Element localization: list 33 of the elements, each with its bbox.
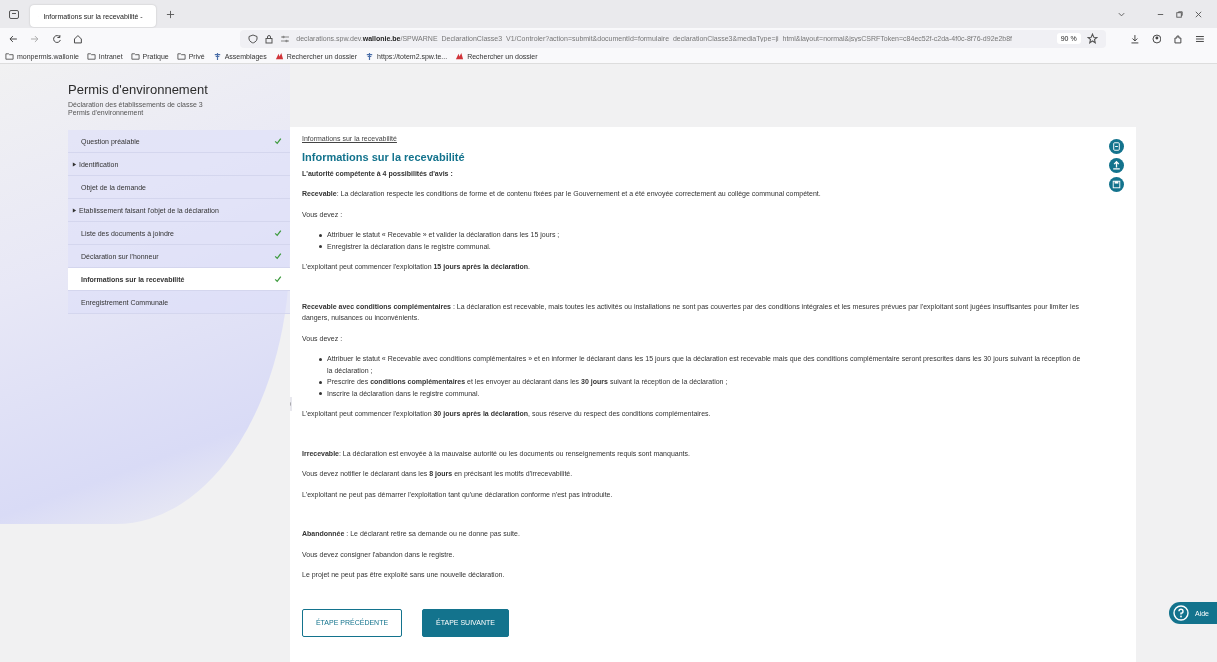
- folder-icon: [5, 51, 14, 61]
- home-icon[interactable]: [73, 33, 84, 44]
- folder-icon: [130, 51, 140, 61]
- folder-icon: [176, 51, 186, 61]
- restore-icon[interactable]: [1175, 9, 1184, 19]
- section-title: Informations sur la recevabilité: [302, 151, 466, 163]
- pdf-icon[interactable]: [1109, 139, 1124, 154]
- rooster-icon: [455, 51, 465, 61]
- rooster-icon: [274, 51, 284, 61]
- close-icon[interactable]: [1194, 9, 1203, 19]
- bullet-icon: [319, 380, 322, 384]
- bullet-icon: [319, 233, 322, 237]
- shield-icon: [248, 33, 259, 44]
- permissions-icon: [280, 33, 291, 44]
- bullet-icon: [319, 392, 322, 395]
- star-icon[interactable]: [1086, 33, 1098, 44]
- reload-icon[interactable]: [51, 33, 62, 44]
- lock-icon: [264, 33, 275, 44]
- totem-icon: [212, 51, 222, 61]
- save-icon[interactable]: [1109, 177, 1124, 192]
- menu-icon[interactable]: [1195, 33, 1205, 44]
- help-icon: [1173, 605, 1189, 621]
- totem-icon: [365, 51, 375, 61]
- bullet-icon: [319, 357, 322, 361]
- new-tab-icon[interactable]: [166, 9, 175, 19]
- folder-icon: [86, 51, 96, 61]
- page-title: Permis d'environnement: [68, 82, 209, 97]
- download-icon[interactable]: [1129, 33, 1140, 44]
- upload-icon[interactable]: [1109, 158, 1124, 173]
- tab-list-icon[interactable]: [8, 8, 20, 20]
- back-arrow-icon[interactable]: [8, 33, 18, 44]
- account-icon[interactable]: [1151, 33, 1162, 44]
- bullet-icon: [319, 245, 322, 248]
